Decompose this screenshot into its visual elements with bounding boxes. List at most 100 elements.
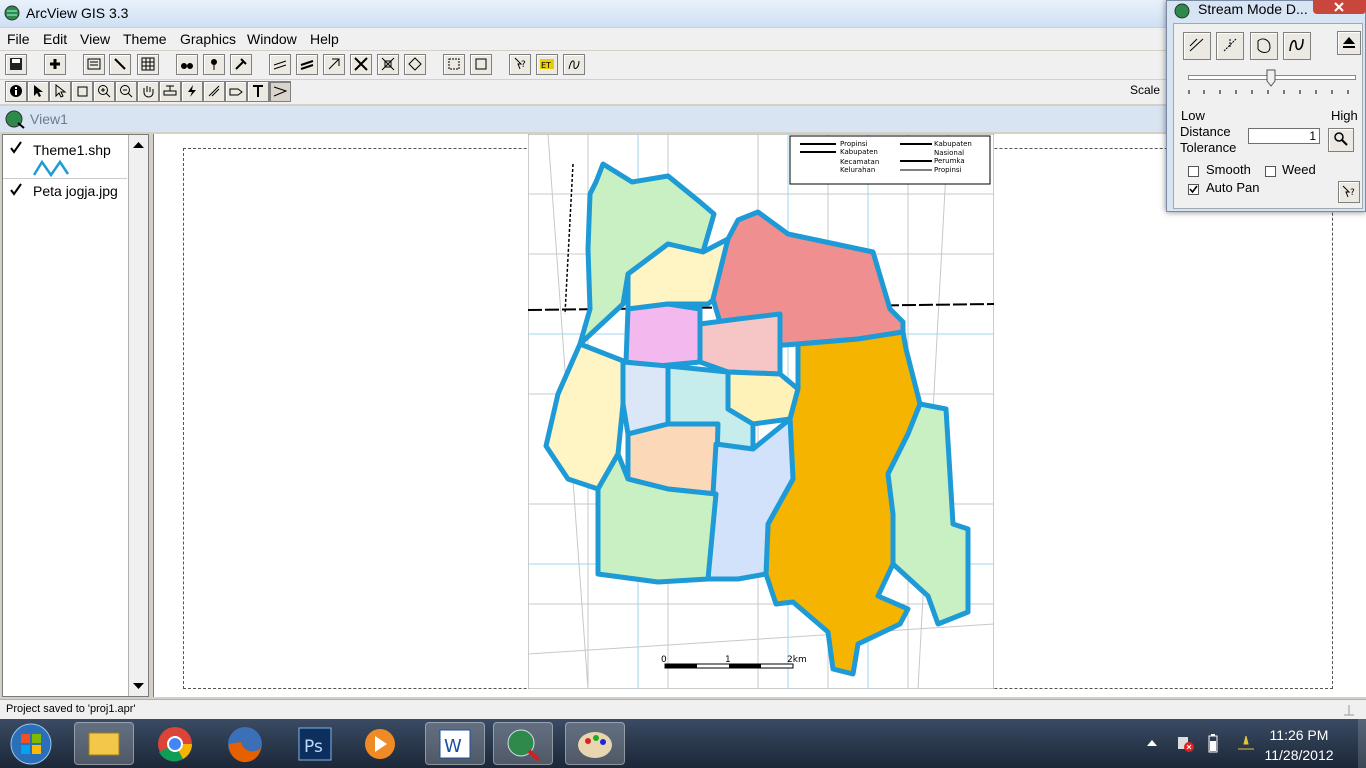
save-button[interactable] [5, 54, 27, 75]
taskbar-arcview[interactable] [493, 722, 553, 765]
hotlink-tool[interactable] [181, 81, 203, 102]
tray-expand-icon[interactable] [1146, 738, 1158, 748]
pointer-arrow-icon [34, 85, 43, 97]
zoom-selected-button[interactable] [323, 54, 345, 75]
stream-mode-dialog: Stream Mode D... Low High Distance Toler… [1166, 0, 1366, 212]
pan-tool[interactable] [137, 81, 159, 102]
taskbar-chrome[interactable] [145, 722, 205, 765]
jogja-map[interactable]: Propinsi Kabupaten Kecamatan Kelurahan K… [528, 134, 994, 689]
legend-kelurahan: Kelurahan [840, 166, 875, 174]
autopan-label: Auto Pan [1206, 180, 1260, 195]
magnifier-icon [1334, 132, 1348, 146]
stream-option-2-button[interactable] [1216, 32, 1244, 60]
checkbox-checked-icon[interactable] [9, 141, 23, 155]
zoom-active-button[interactable] [296, 54, 318, 75]
tolerance-slider[interactable] [1182, 69, 1358, 99]
table-of-contents: Theme1.shp Peta jogja.jpg [2, 134, 149, 697]
scale-0: 0 [661, 655, 667, 665]
smooth-checkbox[interactable] [1188, 166, 1199, 177]
scroll-up-arrow-icon[interactable] [133, 141, 144, 149]
legend-kabupaten-road: Kabupaten [934, 140, 972, 148]
stream-option-3-button[interactable] [1250, 32, 1278, 60]
dialog-close-button[interactable] [1313, 0, 1366, 14]
battery-icon[interactable] [1207, 733, 1219, 753]
query-builder-button[interactable] [230, 54, 252, 75]
draw-line-icon [273, 86, 287, 97]
zoom-in-fixed-button[interactable] [350, 54, 372, 75]
hammer-icon [235, 58, 247, 70]
menu-help[interactable]: Help [310, 31, 339, 47]
find-button[interactable] [176, 54, 198, 75]
measure-tool[interactable] [159, 81, 181, 102]
pointer-tool[interactable] [27, 81, 49, 102]
zoom-in-tool[interactable] [93, 81, 115, 102]
clock-time[interactable]: 11:26 PM [1254, 727, 1344, 743]
menu-file[interactable]: File [7, 31, 30, 47]
menu-edit[interactable]: Edit [43, 31, 67, 47]
text-tool[interactable] [247, 81, 269, 102]
clear-selection-button[interactable] [470, 54, 492, 75]
open-table-button[interactable] [137, 54, 159, 75]
start-orb-icon[interactable] [8, 721, 54, 767]
locate-address-button[interactable] [203, 54, 225, 75]
zoom-full-button[interactable] [269, 54, 291, 75]
stream-mode-button[interactable] [563, 54, 585, 75]
identify-tool[interactable] [5, 81, 27, 102]
label-tool[interactable] [225, 81, 247, 102]
area-of-interest-tool[interactable] [203, 81, 225, 102]
show-desktop-button[interactable] [1356, 719, 1366, 768]
floppy-icon [10, 58, 22, 70]
pin-icon [211, 59, 217, 70]
autopan-checkbox[interactable] [1188, 184, 1199, 195]
menu-graphics[interactable]: Graphics [180, 31, 236, 47]
taskbar-word[interactable]: W [425, 722, 485, 765]
edit-tool-button[interactable]: ET [536, 54, 558, 75]
menu-theme[interactable]: Theme [123, 31, 167, 47]
stream-option-1-button[interactable] [1183, 32, 1211, 60]
draw-line-tool[interactable] [269, 81, 291, 102]
district-pink-east [697, 311, 783, 377]
taskbar-paint[interactable] [565, 722, 625, 765]
action-center-icon[interactable] [1236, 733, 1256, 753]
zoom-previous-button[interactable] [404, 54, 426, 75]
edit-legend-button[interactable] [109, 54, 131, 75]
select-features-button[interactable] [443, 54, 465, 75]
theme-properties-button[interactable] [83, 54, 105, 75]
stream-option-4-button[interactable] [1283, 32, 1311, 60]
tolerance-input[interactable]: 1 [1248, 128, 1320, 144]
zoom-out-fixed-button[interactable] [377, 54, 399, 75]
weed-checkbox[interactable] [1265, 166, 1276, 177]
help-button[interactable]: ? [509, 54, 531, 75]
add-theme-button[interactable] [44, 54, 66, 75]
theme-entry-peta-jogja[interactable]: Peta jogja.jpg [3, 181, 127, 203]
vertex-arrow-icon [55, 84, 67, 98]
svg-text:ET: ET [541, 61, 551, 70]
paint-palette-icon [578, 732, 612, 758]
slider-thumb-icon[interactable] [1266, 69, 1276, 87]
taskbar-firefox[interactable] [215, 722, 275, 765]
smooth-label: Smooth [1206, 162, 1251, 177]
tolerance-pick-button[interactable] [1328, 128, 1354, 152]
menu-view[interactable]: View [80, 31, 110, 47]
dialog-title: Stream Mode D... [1198, 1, 1308, 17]
theme-name: Theme1.shp [33, 142, 111, 158]
taskbar-media-player[interactable] [350, 722, 410, 765]
taskbar-photoshop[interactable]: Ps [285, 722, 345, 765]
toc-scrollbar[interactable] [128, 135, 148, 696]
scroll-down-arrow-icon[interactable] [133, 682, 144, 690]
zoom-out-tool[interactable] [115, 81, 137, 102]
checkbox-checked-icon[interactable] [9, 183, 23, 197]
network-alert-icon[interactable] [1176, 733, 1194, 753]
dialog-collapse-button[interactable] [1337, 31, 1361, 55]
stream-curve-icon [1189, 38, 1204, 52]
clock-date[interactable]: 11/28/2012 [1254, 747, 1344, 763]
resize-grip-icon[interactable] [1342, 703, 1356, 717]
taskbar-explorer[interactable] [74, 722, 134, 765]
vertex-edit-tool[interactable] [49, 81, 71, 102]
select-feature-tool[interactable] [71, 81, 93, 102]
theme-entry-theme1[interactable]: Theme1.shp [3, 137, 127, 179]
svg-text:W: W [444, 736, 462, 757]
menu-window[interactable]: Window [247, 31, 297, 47]
dialog-help-button[interactable]: ? [1338, 181, 1360, 203]
zoom-active-icon [300, 60, 314, 70]
